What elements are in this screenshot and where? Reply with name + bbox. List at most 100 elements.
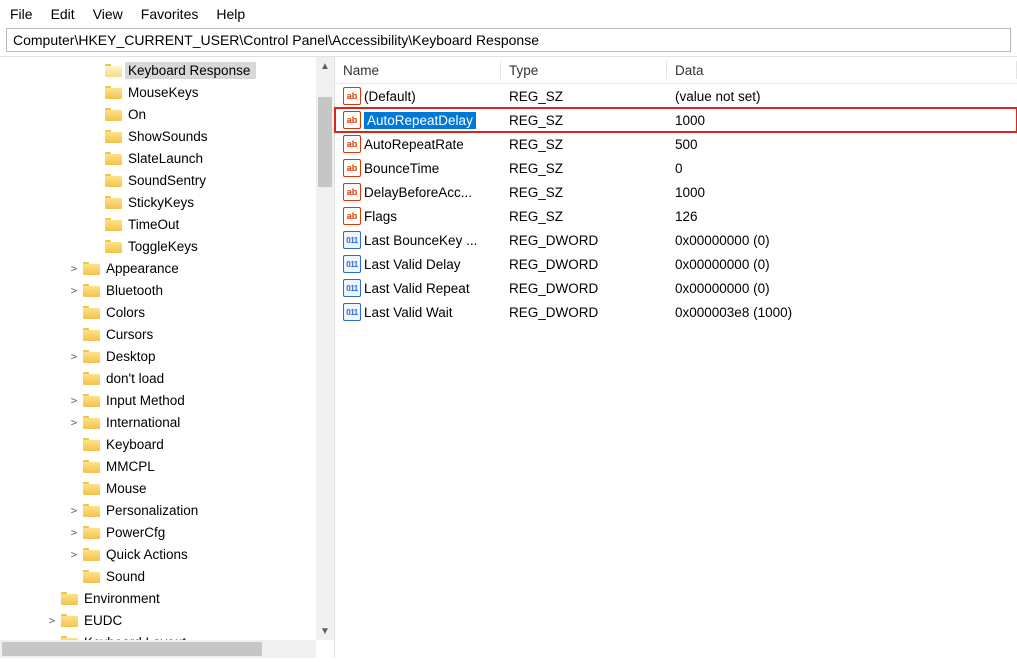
folder-icon <box>61 591 78 605</box>
folder-icon <box>105 107 122 121</box>
tree-item[interactable]: Keyboard Response <box>0 59 334 81</box>
tree-item[interactable]: Keyboard <box>0 433 334 455</box>
tree-item[interactable]: >Desktop <box>0 345 334 367</box>
folder-icon <box>105 129 122 143</box>
chevron-right-icon[interactable]: > <box>66 262 82 275</box>
tree-item-label: Input Method <box>103 392 191 409</box>
menu-help[interactable]: Help <box>216 6 245 22</box>
reg-sz-icon: ab <box>343 135 361 153</box>
menu-view[interactable]: View <box>93 6 123 22</box>
value-name: Last BounceKey ... <box>364 233 477 248</box>
tree-item[interactable]: don't load <box>0 367 334 389</box>
value-type: REG_DWORD <box>501 281 667 296</box>
value-name: DelayBeforeAcc... <box>364 185 472 200</box>
tree-item[interactable]: Colors <box>0 301 334 323</box>
menu-edit[interactable]: Edit <box>51 6 75 22</box>
tree-item[interactable]: >Bluetooth <box>0 279 334 301</box>
tree-item[interactable]: >Quick Actions <box>0 543 334 565</box>
value-name: Last Valid Wait <box>364 305 453 320</box>
tree-item[interactable]: TimeOut <box>0 213 334 235</box>
values-list[interactable]: ab(Default)REG_SZ(value not set)abAutoRe… <box>335 84 1017 324</box>
value-data: 1000 <box>667 185 1017 200</box>
scroll-down-icon[interactable]: ▼ <box>316 622 334 640</box>
tree-item[interactable]: Mouse <box>0 477 334 499</box>
menubar: File Edit View Favorites Help <box>0 0 1017 26</box>
chevron-right-icon[interactable]: > <box>66 416 82 429</box>
value-row[interactable]: abFlagsREG_SZ126 <box>335 204 1017 228</box>
tree-item[interactable]: Environment <box>0 587 334 609</box>
address-bar[interactable]: Computer\HKEY_CURRENT_USER\Control Panel… <box>6 28 1011 52</box>
value-row[interactable]: abAutoRepeatDelayREG_SZ1000 <box>335 108 1017 132</box>
tree-item[interactable]: Cursors <box>0 323 334 345</box>
value-row[interactable]: 011Last Valid DelayREG_DWORD0x00000000 (… <box>335 252 1017 276</box>
scroll-thumb[interactable] <box>2 642 262 656</box>
column-name[interactable]: Name <box>335 57 501 83</box>
tree-item[interactable]: > Input Method <box>0 389 334 411</box>
tree-pane: Keyboard ResponseMouseKeys On ShowSounds Sl… <box>0 56 335 658</box>
folder-icon <box>83 437 100 451</box>
chevron-right-icon[interactable]: > <box>66 526 82 539</box>
tree-item[interactable]: SoundSentry <box>0 169 334 191</box>
menu-favorites[interactable]: Favorites <box>141 6 199 22</box>
chevron-right-icon[interactable]: > <box>66 284 82 297</box>
tree-item-label: don't load <box>103 370 170 387</box>
tree-item-label: EUDC <box>81 612 128 629</box>
tree-item[interactable]: SlateLaunch <box>0 147 334 169</box>
tree-item[interactable]: MMCPL <box>0 455 334 477</box>
tree-item[interactable]: >Personalization <box>0 499 334 521</box>
chevron-right-icon[interactable]: > <box>44 614 60 627</box>
value-type: REG_SZ <box>501 161 667 176</box>
tree-item-label: On <box>125 106 152 123</box>
value-row[interactable]: abAutoRepeatRateREG_SZ500 <box>335 132 1017 156</box>
reg-sz-icon: ab <box>343 183 361 201</box>
tree-item[interactable]: > Appearance <box>0 257 334 279</box>
value-row[interactable]: ab(Default)REG_SZ(value not set) <box>335 84 1017 108</box>
value-data: 0x00000000 (0) <box>667 281 1017 296</box>
value-row[interactable]: 011Last Valid WaitREG_DWORD0x000003e8 (1… <box>335 300 1017 324</box>
value-row[interactable]: 011Last BounceKey ...REG_DWORD0x00000000… <box>335 228 1017 252</box>
tree-item[interactable]: >PowerCfg <box>0 521 334 543</box>
reg-sz-icon: ab <box>343 87 361 105</box>
folder-icon <box>83 393 100 407</box>
folder-icon <box>83 261 100 275</box>
column-type[interactable]: Type <box>501 57 667 83</box>
tree-item[interactable]: StickyKeys <box>0 191 334 213</box>
tree-item-label: SoundSentry <box>125 172 212 189</box>
column-data[interactable]: Data <box>667 57 1017 83</box>
registry-tree[interactable]: Keyboard ResponseMouseKeys On ShowSounds Sl… <box>0 57 334 658</box>
tree-item-label: ShowSounds <box>125 128 214 145</box>
folder-icon <box>83 283 100 297</box>
value-name: (Default) <box>364 89 416 104</box>
value-name: Last Valid Repeat <box>364 281 470 296</box>
folder-icon <box>105 85 122 99</box>
value-type: REG_DWORD <box>501 257 667 272</box>
value-data: 0 <box>667 161 1017 176</box>
tree-item-label: Appearance <box>103 260 185 277</box>
value-type: REG_SZ <box>501 113 667 128</box>
chevron-right-icon[interactable]: > <box>66 548 82 561</box>
tree-item[interactable]: MouseKeys <box>0 81 334 103</box>
scroll-thumb[interactable] <box>318 97 332 187</box>
values-pane: Name Type Data ab(Default)REG_SZ(value n… <box>335 56 1017 658</box>
value-name: BounceTime <box>364 161 439 176</box>
chevron-right-icon[interactable]: > <box>66 350 82 363</box>
folder-icon <box>83 481 100 495</box>
tree-item-label: StickyKeys <box>125 194 200 211</box>
value-row[interactable]: abBounceTimeREG_SZ0 <box>335 156 1017 180</box>
tree-item[interactable]: On <box>0 103 334 125</box>
value-row[interactable]: 011Last Valid RepeatREG_DWORD0x00000000 … <box>335 276 1017 300</box>
tree-vertical-scrollbar[interactable]: ▲ ▼ <box>316 57 334 640</box>
chevron-right-icon[interactable]: > <box>66 504 82 517</box>
value-row[interactable]: abDelayBeforeAcc...REG_SZ1000 <box>335 180 1017 204</box>
menu-file[interactable]: File <box>10 6 33 22</box>
chevron-right-icon[interactable]: > <box>66 394 82 407</box>
scroll-up-icon[interactable]: ▲ <box>316 57 334 75</box>
tree-horizontal-scrollbar[interactable] <box>0 640 316 658</box>
tree-item[interactable]: Sound <box>0 565 334 587</box>
folder-icon <box>83 327 100 341</box>
tree-item[interactable]: > EUDC <box>0 609 334 631</box>
tree-item[interactable]: >International <box>0 411 334 433</box>
tree-item[interactable]: ToggleKeys <box>0 235 334 257</box>
tree-item[interactable]: ShowSounds <box>0 125 334 147</box>
value-type: REG_DWORD <box>501 305 667 320</box>
